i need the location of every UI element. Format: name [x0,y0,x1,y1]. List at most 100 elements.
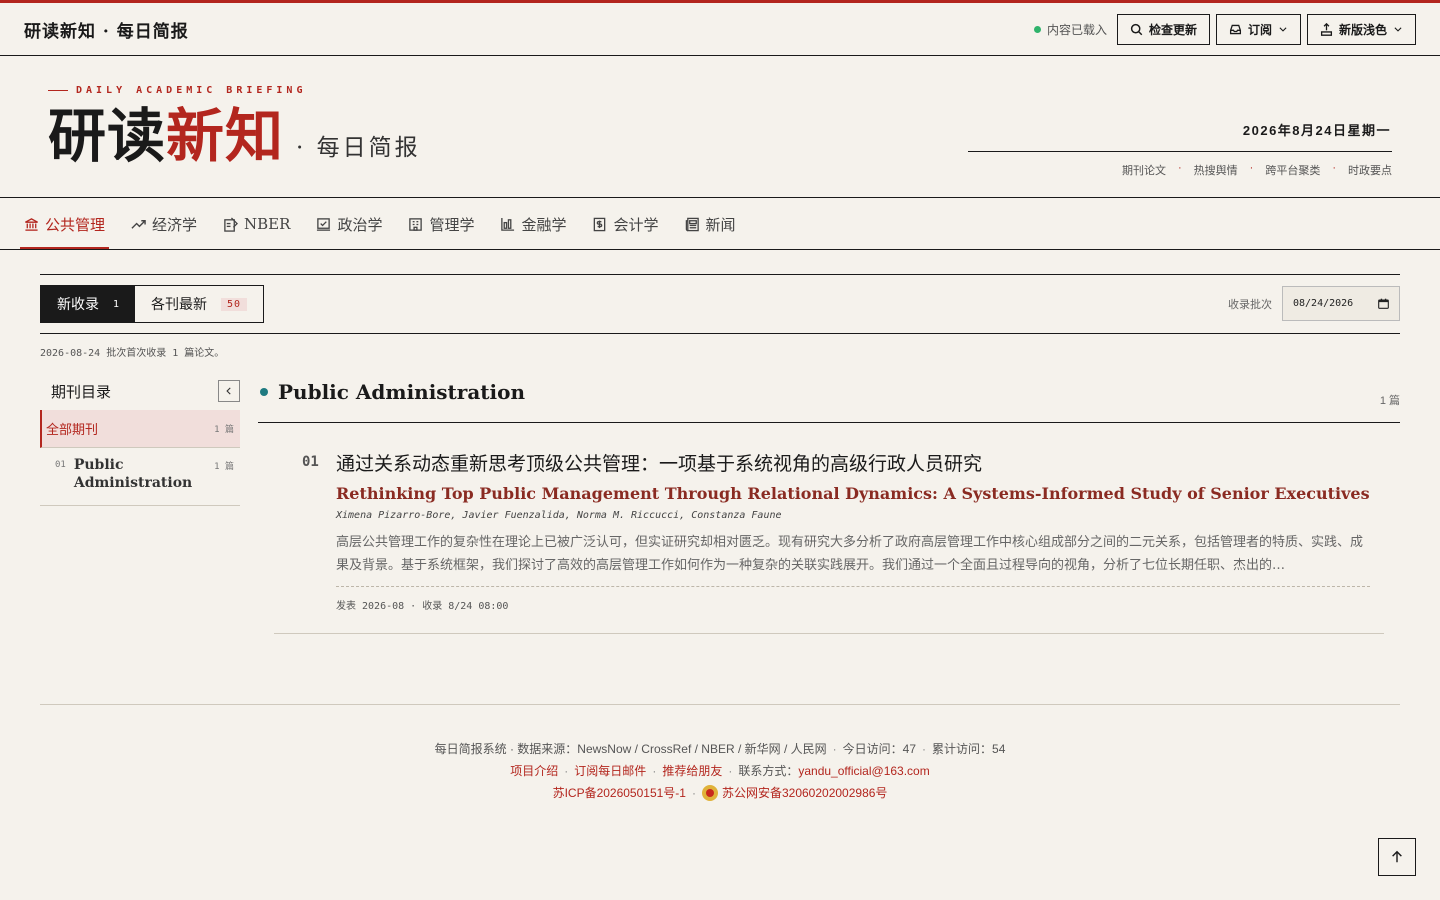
tab-latest[interactable]: 各刊最新 50 [135,286,263,322]
police-emblem-icon [701,785,718,801]
check-update-label: 检查更新 [1148,22,1197,37]
journal-dot-icon [260,388,268,396]
tab-latest-label: 各刊最新 [151,297,208,313]
vote-icon [317,217,331,231]
nav-item-accounting[interactable]: 会计学 [588,199,662,249]
tab-new[interactable]: 新收录 1 [41,286,136,322]
footer-separator: · [652,764,657,778]
article-abstract: 高层公共管理工作的复杂性在理论上已被广泛认可，但实证研究却相对匮乏。现有研究大多… [336,535,1364,573]
batch-date-input[interactable]: 08/24/2026 [1282,286,1400,321]
nav-label: NBER [244,215,291,233]
article-divider [336,586,1370,587]
chevron-down-icon [1394,27,1402,32]
nav-item-finance[interactable]: 金融学 [496,199,570,249]
status-text: 内容已载入 [1046,22,1107,37]
sidebar-item-journal[interactable]: 01 Public Administration 1 篇 [40,448,240,506]
project-intro-link[interactable]: 项目介绍 [510,764,558,778]
contact-email-link[interactable]: yandu_official@163.com [798,764,929,778]
section-links: 期刊论文 · 热搜舆情 · 跨平台聚类 · 时政要点 [968,162,1392,178]
view-tabs: 新收录 1 各刊最新 50 [40,285,265,323]
footer-line-3: 苏ICP备2026050151号-1 · 苏公网安备32060202002986号 [0,782,1440,804]
nav-item-nber[interactable]: NBER [219,199,294,249]
load-status: 内容已载入 [1033,21,1107,38]
bar-chart-icon [501,217,515,231]
footer-source: 每日简报系统 · 数据来源：NewsNow / CrossRef / NBER … [434,742,827,756]
batch-date-value: 08/24/2026 [1293,298,1354,309]
footer-total-visits: 累计访问：54 [932,742,1006,756]
article-card[interactable]: 01 通过关系动态重新思考顶级公共管理：一项基于系统视角的高级行政人员研究 Re… [274,438,1384,634]
note-icon [224,216,239,232]
footer-rule [40,704,1400,705]
footer-separator: · [728,764,733,778]
tab-new-label: 新收录 [57,297,99,313]
nav-item-politics[interactable]: 政治学 [312,199,386,249]
tab-latest-count: 50 [221,297,248,311]
footer-separator: · [564,764,569,778]
sidebar-item-all[interactable]: 全部期刊 1 篇 [40,410,240,448]
footer-separator: · [691,786,696,800]
masthead: DAILY ACADEMIC BRIEFING 研读 新知 · 每日简报 202… [0,56,1440,198]
dollar-doc-icon [594,217,606,231]
collapse-sidebar-button[interactable] [218,380,240,402]
journal-name: Public Administration [73,457,193,491]
search-icon [1130,23,1143,35]
nav-label: 公共管理 [45,215,106,234]
calendar-icon[interactable] [1378,298,1389,309]
article-title-en[interactable]: Rethinking Top Public Management Through… [336,484,1370,504]
article-number: 01 [302,454,319,470]
section-separator: · [1177,162,1182,174]
sidebar-header: 期刊目录 [40,372,240,410]
nav-item-news[interactable]: 新闻 [681,199,740,249]
nav-label: 金融学 [521,215,567,234]
theme-icon [1320,22,1333,36]
top-bar: 研读新知 · 每日简报 内容已载入 检查更新 订阅 新版浅色 [0,3,1440,56]
chevron-left-icon [226,387,231,395]
newspaper-icon [685,217,699,231]
building-icon [409,217,423,231]
subscribe-mail-link[interactable]: 订阅每日邮件 [574,764,646,778]
section-link[interactable]: 热搜舆情 [1194,162,1238,178]
article-meta: 发表 2026-08 · 收录 8/24 08:00 [336,601,509,612]
kicker-text: DAILY ACADEMIC BRIEFING [76,85,307,96]
section-link[interactable]: 跨平台聚类 [1265,162,1320,178]
journal-sidebar: 期刊目录 全部期刊 1 篇 01 Public Administration 1… [40,372,240,506]
nav-item-management[interactable]: 管理学 [404,199,478,249]
kicker: DAILY ACADEMIC BRIEFING [48,85,306,96]
footer-separator: · [832,742,837,756]
article-title-zh[interactable]: 通过关系动态重新思考顶级公共管理：一项基于系统视角的高级行政人员研究 [336,452,1370,476]
subscribe-button[interactable]: 订阅 [1215,13,1301,45]
section-link[interactable]: 时政要点 [1348,162,1392,178]
nav-item-public-admin[interactable]: 公共管理 [20,199,110,249]
check-update-button[interactable]: 检查更新 [1116,13,1210,45]
brand-subtitle: · 每日简报 [296,135,421,161]
batch-selector: 收录批次 08/24/2026 [1228,286,1400,321]
section-separator: · [1249,162,1254,174]
chevron-down-icon [1279,27,1287,32]
journal-title-text: Public Administration [278,380,526,404]
police-record-link[interactable]: 苏公网安备32060202002986号 [722,786,887,800]
article-authors: Ximena Pizarro-Bore, Javier Fuenzalida, … [336,510,782,521]
icp-link[interactable]: 苏ICP备2026050151号-1 [553,786,686,800]
footer-line-2: 项目介绍 · 订阅每日邮件 · 推荐给朋友 · 联系方式：yandu_official@16… [0,760,1440,782]
category-nav: 公共管理 经济学 NBER 政治学 管理学 金融学 会计学 新闻 [0,199,1440,250]
article-body: 通过关系动态重新思考顶级公共管理：一项基于系统视角的高级行政人员研究 Rethi… [336,452,1370,612]
recommend-link[interactable]: 推荐给朋友 [662,764,722,778]
theme-label: 新版浅色 [1338,22,1387,37]
nav-label: 经济学 [152,215,198,234]
trend-icon [131,219,146,229]
nav-label: 管理学 [429,215,475,234]
footer: 每日简报系统 · 数据来源：NewsNow / CrossRef / NBER … [0,738,1440,804]
back-to-top-button[interactable] [1378,838,1416,876]
journal-entry: 01 Public Administration [55,456,194,492]
section-separator: · [1332,162,1336,174]
nav-item-economics[interactable]: 经济学 [127,199,201,249]
subscribe-label: 订阅 [1247,22,1272,37]
site-title: 研读新知 · 每日简报 [24,21,189,42]
theme-button[interactable]: 新版浅色 [1306,13,1416,45]
tab-new-count: 1 [113,298,120,310]
content-mid-rule [40,333,1400,334]
section-link[interactable]: 期刊论文 [1122,162,1166,178]
bank-icon [25,217,38,231]
batch-label: 收录批次 [1228,298,1272,311]
sidebar-item-count: 1 篇 [214,462,234,472]
